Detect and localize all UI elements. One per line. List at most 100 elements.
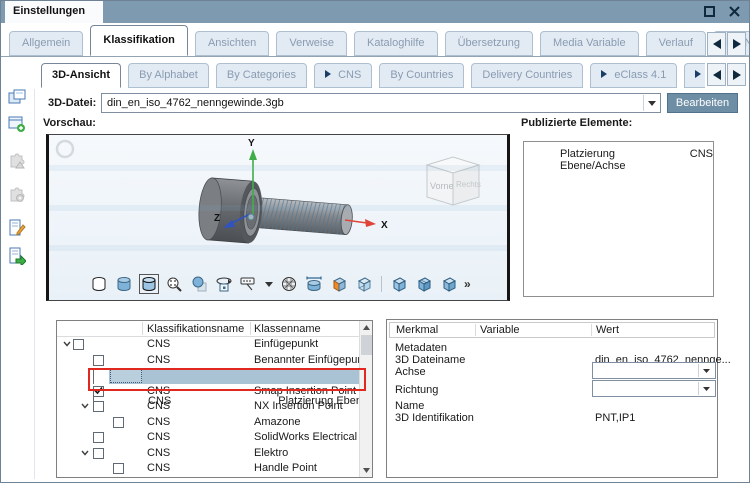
subtab-cns[interactable]: CNS <box>314 63 373 88</box>
orange-face-cube-icon[interactable] <box>329 274 349 294</box>
prop-3d-dateiname-label: 3D Dateiname <box>395 354 466 366</box>
tree-row-handle-point[interactable]: CNS Handle Point <box>57 461 359 477</box>
annotation-tool-icon[interactable] <box>239 274 259 294</box>
subtab-scroll-left-icon[interactable] <box>707 63 726 86</box>
tree-row-partial[interactable] <box>57 477 359 478</box>
classification-tree-table[interactable]: Klassifikationsname Klassenname CNS Einfü… <box>56 320 373 478</box>
tab-expand-icon <box>601 70 608 78</box>
tab-verlauf[interactable]: Verlauf <box>645 31 706 56</box>
tree-row-amazone[interactable]: CNS Amazone <box>57 415 359 431</box>
tab-kataloghilfe[interactable]: Kataloghilfe <box>354 31 438 56</box>
tree-row-solidworks-electrical[interactable]: CNS SolidWorks Electrical <box>57 430 359 446</box>
published-item-name: Platzierung Ebene/Achse <box>560 148 626 172</box>
file-combobox[interactable]: din_en_iso_4762_nenngewinde.3gb <box>101 93 661 113</box>
published-elements-box[interactable]: Platzierung Ebene/Achse CNS <box>523 141 714 297</box>
tab-expand-icon <box>325 70 332 78</box>
prop-3d-identifikation-label: 3D Identifikation <box>395 412 474 424</box>
tab-klassifikation[interactable]: Klassifikation <box>90 25 188 56</box>
puzzle-warning-icon[interactable] <box>8 151 28 171</box>
window-title: Einstellungen <box>5 1 103 23</box>
file-dropdown-icon[interactable] <box>643 95 659 111</box>
tab-verweise[interactable]: Verweise <box>276 31 347 56</box>
edit-button[interactable]: Bearbeiten <box>667 93 738 113</box>
main-tab-bar: Allgemein Klassifikation Ansichten Verwe… <box>1 23 749 57</box>
file-value: din_en_iso_4762_nenngewinde.3gb <box>107 97 284 109</box>
achse-dropdown-icon[interactable] <box>698 364 714 377</box>
axis-y-label: Y <box>248 138 255 149</box>
transparent-cube-icon[interactable] <box>354 274 374 294</box>
prop-name-label: Name <box>395 400 425 412</box>
annotation-dropdown-icon[interactable] <box>264 274 274 294</box>
achse-combobox[interactable] <box>592 362 716 379</box>
scroll-up-icon[interactable] <box>360 321 373 334</box>
tree-row-elektro[interactable]: CNS Elektro <box>57 446 359 462</box>
prop-3d-identifikation-value: PNT,IP1 <box>595 412 636 424</box>
props-header: Merkmal Variable Wert <box>389 322 715 338</box>
tab-scroll-right-icon[interactable] <box>727 32 746 56</box>
shaded-edges-view-icon[interactable] <box>139 274 159 294</box>
toolbar-overflow-icon[interactable]: » <box>464 277 471 291</box>
puzzle-gear-icon[interactable] <box>8 185 28 205</box>
copy-view-icon[interactable] <box>8 89 28 109</box>
row-checkbox[interactable] <box>113 463 124 474</box>
tree-row-einfuegepunkt[interactable]: CNS Einfügepunkt <box>57 337 359 353</box>
add-view-icon[interactable] <box>8 115 28 135</box>
tab-uebersetzung[interactable]: Übersetzung <box>444 31 533 56</box>
zoom-fit-icon[interactable] <box>164 274 184 294</box>
tab-media-variable[interactable]: Media Variable <box>540 31 639 56</box>
row-checkbox[interactable] <box>93 354 104 366</box>
subtab-3d-ansicht[interactable]: 3D-Ansicht <box>41 63 122 88</box>
focus-cell <box>110 369 142 383</box>
rotate-view-icon[interactable] <box>214 274 234 294</box>
tree-rows: CNSEinfügepunkt CNSBenannter Einfügepunk… <box>57 337 359 477</box>
props-header-merkmal: Merkmal <box>396 324 439 336</box>
subtab-scroll-right-icon[interactable] <box>727 63 746 86</box>
tab-allgemein[interactable]: Allgemein <box>9 31 84 56</box>
close-icon[interactable] <box>724 4 744 20</box>
chevron-down-icon[interactable] <box>63 341 71 347</box>
main-tab-scroll <box>707 32 746 56</box>
row-checkbox[interactable] <box>73 339 84 350</box>
tree-scrollbar[interactable] <box>359 321 372 477</box>
subtab-delivery-countries[interactable]: Delivery Countries <box>471 63 584 88</box>
tab-ansichten[interactable]: Ansichten <box>194 31 270 56</box>
iso-cube-3-icon[interactable] <box>439 274 459 294</box>
chevron-down-icon[interactable] <box>81 450 89 456</box>
subtab-by-alphabet[interactable]: By Alphabet <box>128 63 209 88</box>
richtung-dropdown-icon[interactable] <box>698 382 714 395</box>
titlebar[interactable]: Einstellungen <box>1 1 749 23</box>
subtab-eclass-truncated[interactable]: eCla <box>684 63 705 88</box>
restore-icon[interactable] <box>699 4 719 20</box>
preview-viewport[interactable]: Vorne Rechts Y X <box>46 134 510 301</box>
prop-metadaten-label: Metadaten <box>395 342 447 354</box>
tree-row-benannter-einfuegepunkt[interactable]: CNSBenannter Einfügepunkt <box>57 353 359 369</box>
subtab-by-countries[interactable]: By Countries <box>379 63 465 88</box>
mesh-view-icon[interactable] <box>279 274 299 294</box>
tree-row-platzierung-ebene-achse[interactable]: CNSPlatzierung Ebene/Achse <box>57 368 359 410</box>
edit-notes-icon[interactable] <box>8 219 28 239</box>
properties-table[interactable]: Merkmal Variable Wert Metadaten 3D Datei… <box>386 319 731 478</box>
sub-tab-bar: 3D-Ansicht By Alphabet By Categories CNS… <box>39 63 705 88</box>
scroll-down-icon[interactable] <box>360 464 373 477</box>
row-checkbox[interactable] <box>113 416 124 428</box>
tab-expand-icon <box>695 70 702 78</box>
iso-cube-1-icon[interactable] <box>389 274 409 294</box>
shaded-view-icon[interactable] <box>114 274 134 294</box>
richtung-combobox[interactable] <box>592 380 716 397</box>
tab-scroll-left-icon[interactable] <box>707 32 726 56</box>
wireframe-view-icon[interactable] <box>89 274 109 294</box>
row-checkbox[interactable] <box>93 401 104 412</box>
measure-cylinder-icon[interactable] <box>304 274 324 294</box>
chevron-down-icon[interactable] <box>81 403 89 409</box>
export-notes-icon[interactable] <box>8 247 28 267</box>
tree-header: Klassifikationsname Klassenname <box>57 321 359 337</box>
props-header-variable: Variable <box>480 324 520 336</box>
row-checkbox[interactable] <box>93 432 104 443</box>
hidden-line-icon[interactable] <box>189 274 209 294</box>
row-checkbox[interactable] <box>93 447 104 459</box>
scrollbar-thumb[interactable] <box>361 335 372 355</box>
published-item[interactable]: Platzierung Ebene/Achse CNS <box>560 148 713 172</box>
iso-cube-2-icon[interactable] <box>414 274 434 294</box>
subtab-eclass41[interactable]: eClass 4.1 <box>590 63 678 88</box>
subtab-by-categories[interactable]: By Categories <box>215 63 307 88</box>
